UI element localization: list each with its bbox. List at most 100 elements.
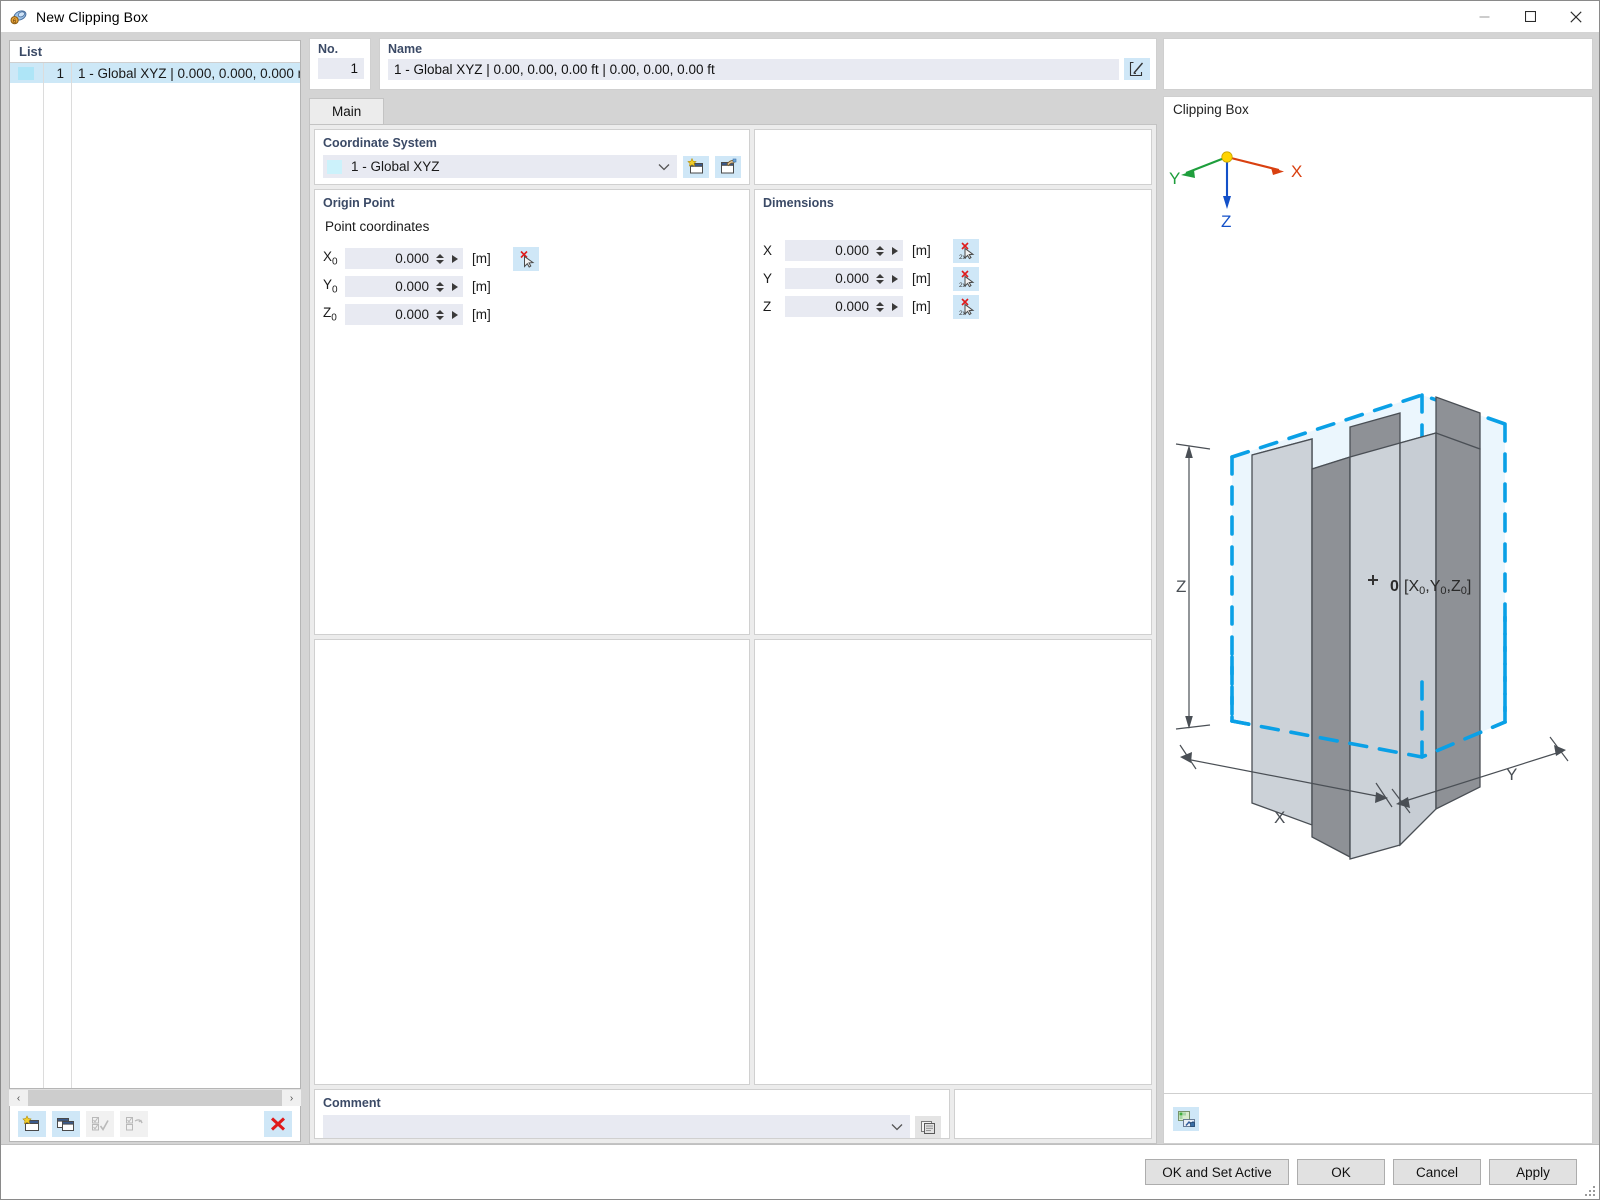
name-field-group: Name 1 - Global XYZ | 0.00, 0.00, 0.00 f…	[379, 38, 1157, 90]
list-rows: 1 1 - Global XYZ | 0.000, 0.000, 0.000 m…	[10, 63, 300, 1088]
dimension-field-y: Y 0.000 [m] 2x	[763, 266, 1143, 291]
dimensions-title: Dimensions	[763, 196, 834, 210]
list-horizontal-scrollbar[interactable]: ‹ ›	[9, 1089, 301, 1107]
scroll-thumb[interactable]	[28, 1089, 282, 1107]
middle-columns: Origin Point Point coordinates X0 0.000 …	[314, 189, 1152, 1085]
apply-button[interactable]: Apply	[1489, 1159, 1577, 1185]
origin-x-unit: [m]	[472, 251, 491, 266]
origin-x-stepper[interactable]	[433, 248, 447, 269]
svg-text:2x: 2x	[959, 282, 967, 288]
header-fields: No. 1 Name 1 - Global XYZ | 0.00, 0.00, …	[309, 38, 1157, 90]
edit-pencil-icon[interactable]	[1124, 58, 1150, 80]
close-button[interactable]	[1553, 1, 1599, 32]
origin-field-x: X0 0.000 [m]	[323, 246, 741, 271]
new-item-button[interactable]	[18, 1110, 46, 1137]
window-title: New Clipping Box	[36, 8, 149, 25]
object-list: List 1 1 - Global XYZ | 0.000, 0.000, 0.…	[9, 40, 301, 1089]
coordinate-system-row: Coordinate System 1 - Global XYZ	[314, 129, 1152, 185]
origin-z-unit: [m]	[472, 307, 491, 322]
origin-x-expand-icon[interactable]	[447, 248, 463, 269]
ok-button[interactable]: OK	[1297, 1159, 1385, 1185]
number-field-group: No. 1	[309, 38, 371, 90]
comment-blank-panel	[954, 1089, 1152, 1139]
tab-main[interactable]: Main	[309, 98, 385, 124]
maximize-button[interactable]	[1507, 1, 1553, 32]
comment-row: Comment	[314, 1089, 1152, 1139]
coordinate-system-blank-panel	[754, 129, 1152, 185]
axis-triad: X Y Z	[1169, 151, 1302, 231]
copy-item-button[interactable]	[52, 1110, 80, 1137]
point-coordinates-label: Point coordinates	[325, 219, 430, 234]
origin-y-input[interactable]: 0.000	[345, 276, 433, 297]
dimension-z-expand-icon[interactable]	[887, 296, 903, 317]
select-all-button[interactable]	[86, 1110, 114, 1137]
dialog-body: List 1 1 - Global XYZ | 0.000, 0.000, 0.…	[1, 32, 1599, 1144]
name-input[interactable]: 1 - Global XYZ | 0.00, 0.00, 0.00 ft | 0…	[388, 58, 1119, 80]
coordinate-system-group: Coordinate System 1 - Global XYZ	[314, 129, 750, 185]
clipping-box-preview[interactable]: Clipping Box X Y Z Z X Y 0 [X0,Y0,Z0]	[1163, 96, 1593, 1094]
origin-field-z: Z0 0.000 [m]	[323, 302, 741, 327]
pick-two-points-cursor-icon-z[interactable]: 2x	[952, 294, 979, 319]
dimension-x-input[interactable]: 0.000	[785, 240, 873, 261]
dimension-x-stepper[interactable]	[873, 240, 887, 261]
dimension-y-stepper[interactable]	[873, 268, 887, 289]
comment-input[interactable]	[323, 1115, 910, 1138]
number-label: No.	[318, 42, 339, 56]
scroll-right-icon[interactable]: ›	[282, 1089, 301, 1107]
comment-library-icon[interactable]	[915, 1115, 941, 1138]
dimension-field-z: Z 0.000 [m] 2x	[763, 294, 1143, 319]
dimension-x-expand-icon[interactable]	[887, 240, 903, 261]
preview-pane: Clipping Box X Y Z Z X Y 0 [X0,Y0,Z0]	[1163, 38, 1593, 1144]
dimension-label-y: Y	[1506, 765, 1517, 784]
coordinate-system-select[interactable]: 1 - Global XYZ	[323, 155, 677, 178]
invert-selection-button[interactable]	[120, 1110, 148, 1137]
origin-z-expand-icon[interactable]	[447, 304, 463, 325]
dimension-fields: X 0.000 [m] 2x Y 0.000 [m] 2x Z 0.000 [m…	[763, 238, 1143, 319]
chevron-down-icon[interactable]	[658, 163, 670, 171]
list-item-label: 1 - Global XYZ | 0.000, 0.000, 0.000 m |…	[78, 65, 300, 81]
origin-point-title: Origin Point	[323, 196, 395, 210]
edit-coordinate-system-icon[interactable]	[715, 155, 741, 178]
preview-settings-icon[interactable]	[1173, 1106, 1199, 1131]
pick-point-cursor-icon[interactable]	[512, 246, 539, 271]
list-header: List	[10, 41, 300, 63]
dimension-z-input[interactable]: 0.000	[785, 296, 873, 317]
coordinate-system-title: Coordinate System	[323, 136, 437, 150]
list-item[interactable]: 1 1 - Global XYZ | 0.000, 0.000, 0.000 m…	[10, 63, 300, 83]
dimension-z-stepper[interactable]	[873, 296, 887, 317]
dimension-field-x: X 0.000 [m] 2x	[763, 238, 1143, 263]
dimension-field-y-label: Y	[763, 271, 773, 286]
origin-coordinate-fields: X0 0.000 [m] Y0 0.000 [m] Z0 0.000 [m]	[323, 246, 741, 327]
ok-and-set-active-button[interactable]: OK and Set Active	[1145, 1159, 1289, 1185]
svg-text:2x: 2x	[959, 254, 967, 260]
tab-strip: Main	[309, 96, 1157, 124]
dimensions-group: Dimensions X 0.000 [m] 2x Y 0.000 [m] 2x…	[754, 189, 1152, 635]
delete-item-button[interactable]	[264, 1110, 292, 1137]
resize-grip[interactable]	[1584, 1185, 1596, 1197]
scroll-track[interactable]	[28, 1089, 282, 1107]
origin-z-input[interactable]: 0.000	[345, 304, 433, 325]
svg-text:2x: 2x	[959, 310, 967, 316]
list-item-swatch	[18, 66, 34, 80]
origin-y-unit: [m]	[472, 279, 491, 294]
comment-chevron-down-icon[interactable]	[891, 1123, 903, 1131]
origin-y-expand-icon[interactable]	[447, 276, 463, 297]
origin-lower-blank-panel	[314, 639, 750, 1085]
new-coordinate-system-icon[interactable]	[683, 155, 709, 178]
dimension-field-x-label: X	[763, 243, 773, 258]
dimension-y-expand-icon[interactable]	[887, 268, 903, 289]
pick-two-points-cursor-icon[interactable]: 2x	[952, 238, 979, 263]
number-input[interactable]: 1	[318, 58, 364, 79]
origin-x-input[interactable]: 0.000	[345, 248, 433, 269]
scroll-left-icon[interactable]: ‹	[9, 1089, 28, 1107]
cancel-button[interactable]: Cancel	[1393, 1159, 1481, 1185]
minimize-button[interactable]	[1461, 1, 1507, 32]
origin-y-stepper[interactable]	[433, 276, 447, 297]
titlebar: 6 New Clipping Box	[1, 1, 1599, 32]
pick-two-points-cursor-icon-y[interactable]: 2x	[952, 266, 979, 291]
dimension-y-input[interactable]: 0.000	[785, 268, 873, 289]
dimension-x-unit: [m]	[912, 243, 931, 258]
origin-z-stepper[interactable]	[433, 304, 447, 325]
window-controls	[1461, 1, 1599, 32]
svg-text:X: X	[1291, 162, 1302, 181]
